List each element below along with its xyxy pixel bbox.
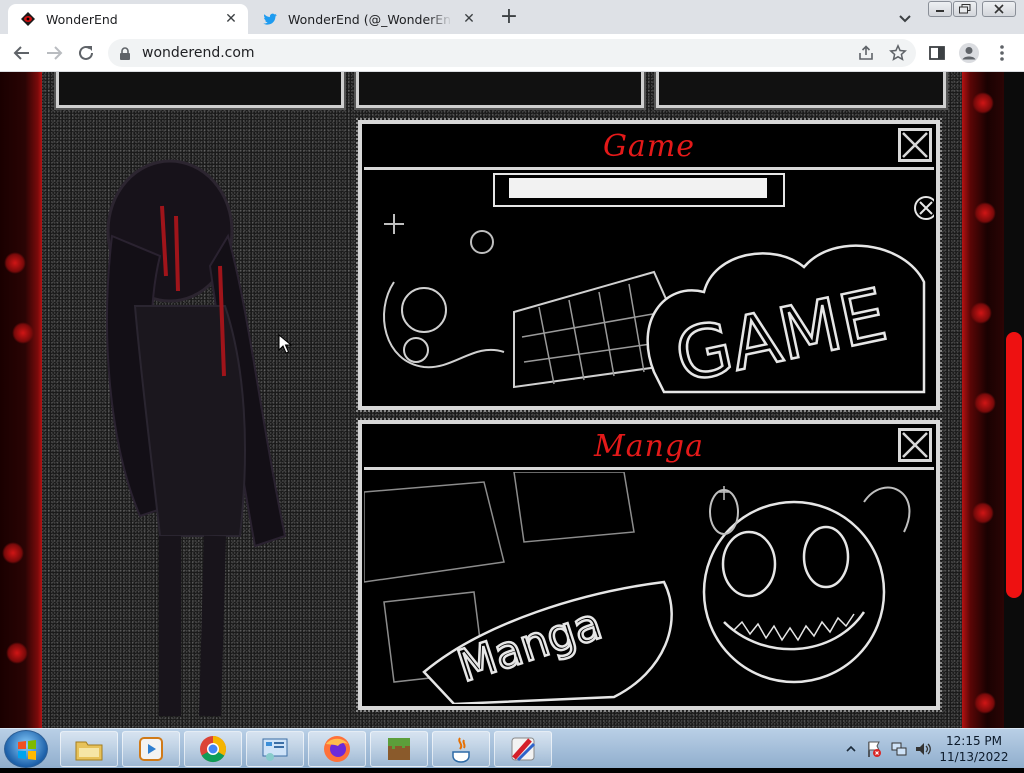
card-header: Game bbox=[364, 126, 934, 170]
blood-splatter bbox=[974, 202, 996, 224]
mouse-cursor-icon bbox=[278, 334, 292, 354]
manga-card[interactable]: Manga Manga bbox=[356, 418, 942, 712]
wonderend-page: Game GAME Manga Manga bbox=[0, 72, 1024, 728]
paint-icon[interactable] bbox=[494, 731, 552, 767]
new-tab-button[interactable]: + bbox=[498, 6, 520, 29]
page-scrollbar[interactable] bbox=[1004, 72, 1024, 728]
scrollbar-thumb[interactable] bbox=[1006, 332, 1022, 598]
java-icon[interactable] bbox=[432, 731, 490, 767]
system-clock[interactable]: 12:15 PM 11/13/2022 bbox=[934, 733, 1014, 765]
blood-border-right bbox=[962, 72, 1004, 728]
blood-splatter bbox=[972, 92, 994, 114]
blood-splatter bbox=[972, 502, 994, 524]
lock-icon[interactable] bbox=[118, 46, 132, 60]
blood-splatter bbox=[2, 542, 24, 564]
close-icon[interactable] bbox=[898, 428, 932, 462]
share-icon[interactable] bbox=[855, 42, 877, 64]
close-icon[interactable]: ✕ bbox=[460, 10, 478, 28]
close-window-button[interactable] bbox=[982, 1, 1016, 17]
game-card-title: Game bbox=[602, 129, 696, 164]
back-arrow-icon[interactable] bbox=[11, 42, 33, 64]
manga-illustration: Manga bbox=[363, 471, 934, 706]
chrome-icon[interactable] bbox=[184, 731, 242, 767]
reload-icon[interactable] bbox=[75, 42, 97, 64]
volume-icon[interactable] bbox=[914, 740, 932, 758]
url-text: wonderend.com bbox=[142, 45, 255, 61]
star-icon[interactable] bbox=[887, 42, 909, 64]
blood-splatter bbox=[974, 392, 996, 414]
game-card[interactable]: Game GAME bbox=[356, 118, 942, 412]
windows-logo-icon bbox=[18, 740, 36, 760]
minimize-button[interactable] bbox=[928, 1, 952, 17]
blood-splatter bbox=[12, 322, 34, 344]
clock-time: 12:15 PM bbox=[946, 734, 1002, 748]
top-panel-middle[interactable] bbox=[354, 72, 646, 110]
close-icon[interactable]: ✕ bbox=[222, 10, 240, 28]
firefox-icon[interactable] bbox=[308, 731, 366, 767]
action-center-flag-icon[interactable] bbox=[866, 740, 882, 758]
top-panel-left[interactable] bbox=[54, 72, 346, 110]
twitter-bird-icon bbox=[262, 11, 278, 27]
tab-strip: WonderEnd ✕ WonderEnd (@_WonderEnd) / Tw… bbox=[0, 0, 1024, 34]
blood-splatter bbox=[974, 692, 996, 714]
windows-taskbar: 12:15 PM 11/13/2022 bbox=[0, 728, 1024, 768]
tab-wonderend[interactable]: WonderEnd ✕ bbox=[8, 4, 248, 34]
card-header: Manga bbox=[364, 426, 934, 470]
browser-toolbar: wonderend.com bbox=[0, 34, 1024, 72]
minecraft-icon[interactable] bbox=[370, 731, 428, 767]
tab-title: WonderEnd (@_WonderEnd) / Tw bbox=[288, 11, 452, 27]
blood-splatter bbox=[4, 252, 26, 274]
close-icon[interactable] bbox=[898, 128, 932, 162]
blood-splatter bbox=[6, 642, 28, 664]
manga-card-title: Manga bbox=[593, 429, 704, 464]
start-button[interactable] bbox=[4, 730, 48, 768]
tab-twitter[interactable]: WonderEnd (@_WonderEnd) / Tw ✕ bbox=[250, 4, 486, 34]
blood-splatter bbox=[970, 302, 992, 324]
network-icon[interactable] bbox=[890, 740, 908, 758]
maximize-button[interactable] bbox=[953, 1, 977, 17]
address-bar[interactable]: wonderend.com bbox=[108, 39, 916, 67]
profile-icon[interactable] bbox=[958, 42, 980, 64]
chevron-down-icon[interactable] bbox=[896, 9, 914, 27]
kebab-menu-icon[interactable] bbox=[991, 42, 1013, 64]
control-panel-icon[interactable] bbox=[246, 731, 304, 767]
wonderend-eye-icon bbox=[20, 11, 36, 27]
sidebar-icon[interactable] bbox=[926, 42, 948, 64]
blood-border-left bbox=[0, 72, 42, 728]
media-player-icon[interactable] bbox=[122, 731, 180, 767]
show-hidden-icons-icon[interactable] bbox=[846, 744, 856, 754]
file-explorer-icon[interactable] bbox=[60, 731, 118, 767]
clock-date: 11/13/2022 bbox=[939, 750, 1009, 764]
tab-title: WonderEnd bbox=[46, 11, 118, 27]
content-area: Game GAME Manga Manga bbox=[42, 72, 962, 728]
character-illustration bbox=[50, 116, 352, 717]
forward-arrow-icon[interactable] bbox=[43, 42, 65, 64]
game-illustration: GAME bbox=[364, 172, 938, 404]
top-panel-right[interactable] bbox=[654, 72, 948, 110]
